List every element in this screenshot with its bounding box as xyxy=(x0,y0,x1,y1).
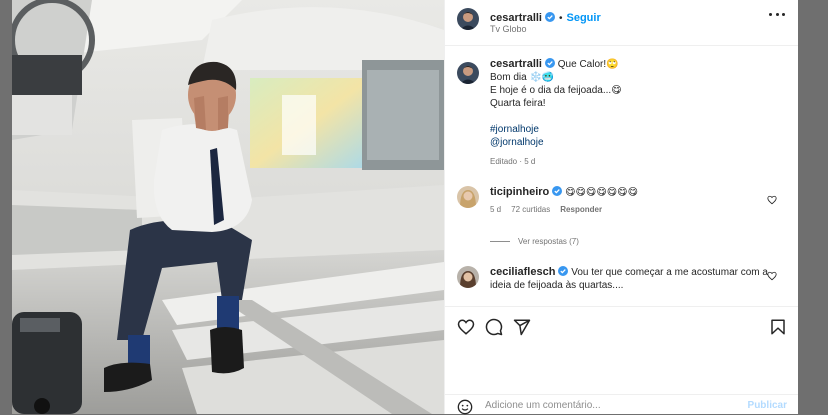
caption-line: E hoje é o dia da feijoada...😋 xyxy=(490,85,622,96)
bookmark-icon[interactable] xyxy=(769,318,787,336)
comment-icon[interactable] xyxy=(485,318,503,336)
comment-text: 😋😋😋😋😋😋😋 xyxy=(565,187,639,198)
caption-line: Quarta feira! xyxy=(490,98,546,109)
avatar-image xyxy=(457,8,479,30)
heart-icon[interactable] xyxy=(767,195,777,205)
verified-badge-icon xyxy=(544,58,555,68)
comment-username[interactable]: ticipinheiro xyxy=(490,186,549,198)
comment-likes[interactable]: 72 curtidas xyxy=(511,203,550,216)
avatar-image xyxy=(457,62,479,84)
caption-username[interactable]: cesartralli xyxy=(490,58,542,70)
post-actions-bar xyxy=(445,306,799,346)
caption-line: Que Calor!🙄 xyxy=(557,59,619,70)
backdrop-right-strip xyxy=(798,0,828,414)
commenter-avatar[interactable] xyxy=(457,186,479,208)
post-side-panel: cesartralli • Seguir Tv Globo cesartralli … xyxy=(444,0,799,415)
replies-line xyxy=(490,241,510,242)
post-modal: cesartralli • Seguir Tv Globo cesartralli … xyxy=(12,0,799,415)
view-replies-label: Ver respostas (7) xyxy=(518,237,579,246)
comment-input[interactable] xyxy=(485,400,735,411)
avatar-image xyxy=(457,266,479,288)
view-replies-button[interactable]: Ver respostas (7) xyxy=(490,237,579,246)
caption-body: cesartralli Que Calor!🙄 Bom dia ❄️🥶 E ho… xyxy=(490,58,780,168)
heart-icon[interactable] xyxy=(767,271,777,281)
post-header: cesartralli • Seguir Tv Globo xyxy=(445,0,799,46)
commenter-avatar[interactable] xyxy=(457,266,479,288)
share-icon[interactable] xyxy=(513,318,531,336)
add-comment-bar: Publicar xyxy=(445,394,799,415)
mention-link[interactable]: @jornalhoje xyxy=(490,136,780,149)
verified-badge-icon xyxy=(552,186,563,196)
hashtag-link[interactable]: #jornalhoje xyxy=(490,123,780,136)
emoji-icon[interactable] xyxy=(457,399,473,415)
separator-dot: • xyxy=(558,13,563,24)
avatar-image xyxy=(457,186,479,208)
comment-body: ceciliaflesch Vou ter que começar a me a… xyxy=(490,266,768,292)
studio-photo-illustration xyxy=(12,0,444,414)
comment-username[interactable]: ceciliaflesch xyxy=(490,266,555,278)
caption-author-avatar[interactable] xyxy=(457,62,479,84)
post-location[interactable]: Tv Globo xyxy=(490,24,527,34)
comment-meta: 5 d 72 curtidas Responder xyxy=(490,203,768,216)
publish-button[interactable]: Publicar xyxy=(748,400,787,411)
author-username[interactable]: cesartralli xyxy=(490,12,542,24)
caption-line: Bom dia ❄️🥶 xyxy=(490,72,555,83)
post-photo xyxy=(12,0,444,414)
caption-first-line: cesartralli Que Calor!🙄 xyxy=(490,58,780,71)
follow-button[interactable]: Seguir xyxy=(567,12,601,24)
reply-button[interactable]: Responder xyxy=(560,203,602,216)
verified-badge-icon xyxy=(544,12,555,22)
comment-age[interactable]: 5 d xyxy=(490,203,501,216)
heart-icon[interactable] xyxy=(457,318,475,336)
more-options-icon[interactable] xyxy=(769,13,785,19)
comment-body: ticipinheiro 😋😋😋😋😋😋😋 5 d 72 curtidas Res… xyxy=(490,186,768,216)
caption-meta: Editado · 5 d xyxy=(490,157,536,166)
author-avatar[interactable] xyxy=(457,8,479,30)
verified-badge-icon xyxy=(558,266,569,276)
